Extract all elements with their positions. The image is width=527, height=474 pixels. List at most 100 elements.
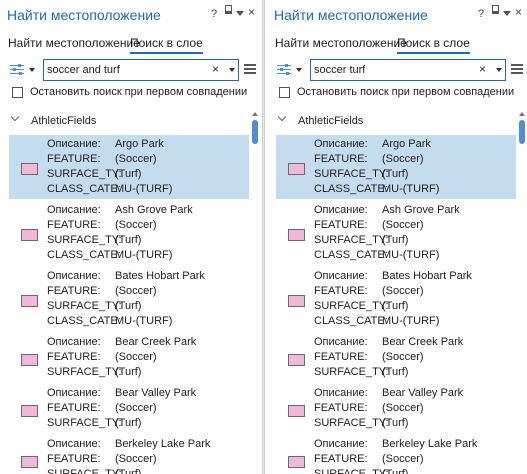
pane-titlebar: Найти местоположение ? × bbox=[0, 0, 260, 32]
field-name: Описание: bbox=[47, 204, 101, 216]
field-name: Описание: bbox=[314, 387, 368, 399]
group-header[interactable]: AthleticFields bbox=[0, 112, 250, 130]
chevron-down-icon bbox=[296, 68, 302, 72]
field-name: Описание: bbox=[47, 270, 101, 282]
pane-tabs: Найти местоположение Поиск в слое bbox=[0, 36, 260, 56]
field-value: Berkeley Lake Park bbox=[115, 438, 211, 450]
clear-search-button[interactable]: × bbox=[212, 62, 219, 76]
field-name: FEATURE: bbox=[314, 219, 368, 231]
field-name: CLASS_CATE: bbox=[314, 315, 388, 327]
pane-title: Найти местоположение bbox=[7, 7, 161, 23]
close-button[interactable]: × bbox=[515, 5, 522, 19]
field-value: Argo Park bbox=[382, 138, 431, 150]
field-value: (Soccer) bbox=[115, 351, 157, 363]
field-value: (Soccer) bbox=[382, 285, 424, 297]
chevron-down-icon[interactable] bbox=[10, 112, 20, 122]
symbol-swatch bbox=[21, 456, 38, 468]
clear-search-button[interactable]: × bbox=[479, 62, 486, 76]
field-value: Bear Creek Park bbox=[382, 336, 464, 348]
field-value: (Soccer) bbox=[115, 219, 157, 231]
scroll-up-icon[interactable] bbox=[252, 112, 258, 116]
pin-icon[interactable] bbox=[225, 5, 232, 19]
field-name: SURFACE_TY: bbox=[47, 366, 122, 378]
search-row: × bbox=[0, 58, 260, 84]
group-name: AthleticFields bbox=[298, 115, 364, 127]
scrollbar[interactable] bbox=[518, 112, 526, 474]
result-row[interactable]: Описание: Argo Park FEATURE: (Soccer) SURFAC… bbox=[276, 135, 516, 199]
field-value: (Soccer) bbox=[115, 153, 157, 165]
help-button[interactable]: ? bbox=[211, 7, 217, 21]
field-value: Bates Hobart Park bbox=[382, 270, 472, 282]
symbol-swatch bbox=[288, 456, 305, 468]
result-row[interactable]: Описание: Ash Grove Park FEATURE: (Soccer) S… bbox=[9, 201, 249, 265]
search-input[interactable] bbox=[314, 62, 464, 78]
results-panel: AthleticFields Описание: Argo Park FEATURE… bbox=[0, 112, 260, 474]
field-name: CLASS_CATE: bbox=[314, 249, 388, 261]
scrollbar-thumb[interactable] bbox=[519, 120, 525, 144]
pane-titlebar: Найти местоположение ? × bbox=[267, 0, 527, 32]
result-row[interactable]: Описание: Ash Grove Park FEATURE: (Soccer) S… bbox=[276, 201, 516, 265]
field-value: Bear Valley Park bbox=[115, 387, 197, 399]
field-name: FEATURE: bbox=[47, 285, 101, 297]
field-value: (Soccer) bbox=[382, 453, 424, 465]
stage: Найти местоположение ? × Найти местополо… bbox=[0, 0, 527, 474]
field-value: (Turf) bbox=[382, 468, 409, 474]
search-row: × bbox=[267, 58, 527, 84]
field-name: Описание: bbox=[314, 438, 368, 450]
field-value: (Turf) bbox=[382, 300, 409, 312]
result-row[interactable]: Описание: Bates Hobart Park FEATURE: (Socce… bbox=[9, 267, 249, 331]
result-row[interactable]: Описание: Bear Valley Park FEATURE: (Soccer… bbox=[9, 384, 249, 433]
close-button[interactable]: × bbox=[248, 5, 255, 19]
scrollbar[interactable] bbox=[251, 112, 259, 474]
field-value: (Soccer) bbox=[115, 402, 157, 414]
tab-layer-search[interactable]: Поиск в слое bbox=[397, 36, 470, 54]
search-box: × bbox=[310, 59, 506, 81]
chevron-down-icon[interactable] bbox=[277, 112, 287, 122]
field-value: MU-(TURF) bbox=[115, 315, 173, 327]
search-history-dropdown[interactable] bbox=[229, 68, 235, 72]
stop-on-first-match-checkbox[interactable] bbox=[279, 87, 290, 98]
result-row[interactable]: Описание: Berkeley Lake Park FEATURE: (Socc… bbox=[276, 435, 516, 474]
field-value: (Turf) bbox=[115, 468, 142, 474]
result-row[interactable]: Описание: Bear Creek Park FEATURE: (Soccer)… bbox=[276, 333, 516, 382]
result-row[interactable]: Описание: Argo Park FEATURE: (Soccer) SURFAC… bbox=[9, 135, 249, 199]
field-value: (Turf) bbox=[115, 300, 142, 312]
field-value: (Turf) bbox=[115, 234, 142, 246]
field-name: Описание: bbox=[314, 270, 368, 282]
scroll-up-icon[interactable] bbox=[519, 112, 525, 116]
field-value: (Soccer) bbox=[382, 402, 424, 414]
help-button[interactable]: ? bbox=[478, 7, 484, 21]
options-button[interactable] bbox=[9, 61, 39, 79]
auto-hide-icon[interactable] bbox=[503, 6, 511, 20]
result-row[interactable]: Описание: Bear Creek Park FEATURE: (Soccer)… bbox=[9, 333, 249, 382]
pane-divider[interactable] bbox=[262, 0, 265, 474]
field-name: FEATURE: bbox=[314, 285, 368, 297]
pane-tabs: Найти местоположение Поиск в слое bbox=[267, 36, 527, 56]
field-name: Описание: bbox=[47, 138, 101, 150]
auto-hide-icon[interactable] bbox=[236, 6, 244, 20]
scrollbar-thumb[interactable] bbox=[252, 120, 258, 144]
result-row[interactable]: Описание: Berkeley Lake Park FEATURE: (Socc… bbox=[9, 435, 249, 474]
search-input[interactable] bbox=[47, 62, 197, 78]
search-history-dropdown[interactable] bbox=[496, 68, 502, 72]
field-name: SURFACE_TY: bbox=[47, 300, 122, 312]
result-row[interactable]: Описание: Bear Valley Park FEATURE: (Soccer… bbox=[276, 384, 516, 433]
field-value: Argo Park bbox=[115, 138, 164, 150]
tab-layer-search[interactable]: Поиск в слое bbox=[130, 36, 203, 54]
field-name: SURFACE_TY: bbox=[314, 168, 389, 180]
group-header[interactable]: AthleticFields bbox=[267, 112, 517, 130]
field-name: CLASS_CATE: bbox=[47, 249, 121, 261]
field-value: MU-(TURF) bbox=[382, 249, 440, 261]
symbol-swatch bbox=[21, 354, 38, 366]
hamburger-menu-icon[interactable] bbox=[244, 64, 256, 75]
result-row[interactable]: Описание: Bates Hobart Park FEATURE: (Socce… bbox=[276, 267, 516, 331]
tab-find-location[interactable]: Найти местоположение bbox=[8, 36, 140, 52]
pin-icon[interactable] bbox=[492, 5, 499, 19]
tab-find-location[interactable]: Найти местоположение bbox=[275, 36, 407, 52]
field-value: (Turf) bbox=[115, 366, 142, 378]
options-button[interactable] bbox=[276, 61, 306, 79]
stop-on-first-match-checkbox[interactable] bbox=[12, 87, 23, 98]
field-name: CLASS_CATE: bbox=[47, 183, 121, 195]
hamburger-menu-icon[interactable] bbox=[511, 64, 523, 75]
field-value: (Soccer) bbox=[382, 351, 424, 363]
